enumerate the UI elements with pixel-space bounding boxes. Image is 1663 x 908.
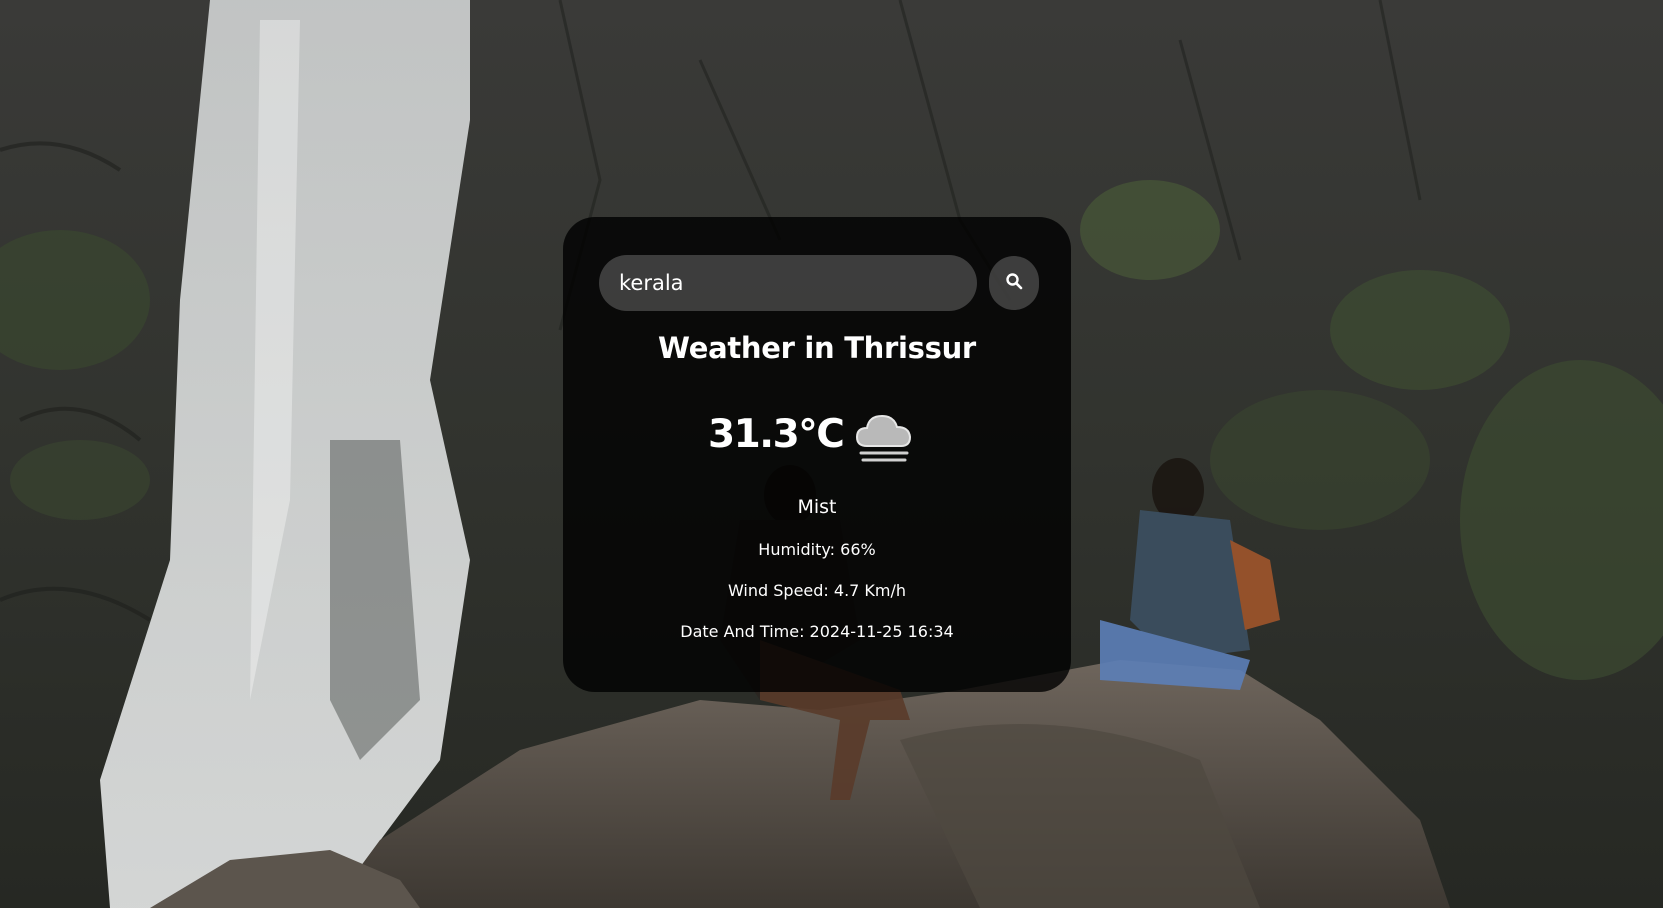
- weather-card: Weather in Thrissur 31.3°C Mist Humidity…: [563, 217, 1071, 692]
- location-title: Weather in Thrissur: [658, 331, 976, 365]
- search-icon: [1005, 272, 1023, 294]
- cloud-icon: [853, 408, 915, 470]
- temperature-row: 31.3°C: [563, 412, 1071, 472]
- weather-description: Mist: [797, 496, 837, 518]
- wind-speed: Wind Speed: 4.7 Km/h: [727, 581, 907, 600]
- date-time: Date And Time: 2024-11-25 16:34: [680, 622, 954, 641]
- temperature: 31.3°C: [708, 412, 845, 457]
- search-input[interactable]: [599, 255, 977, 311]
- search-bar: [599, 255, 1039, 311]
- humidity: Humidity: 66%: [758, 540, 876, 559]
- search-button[interactable]: [989, 256, 1039, 310]
